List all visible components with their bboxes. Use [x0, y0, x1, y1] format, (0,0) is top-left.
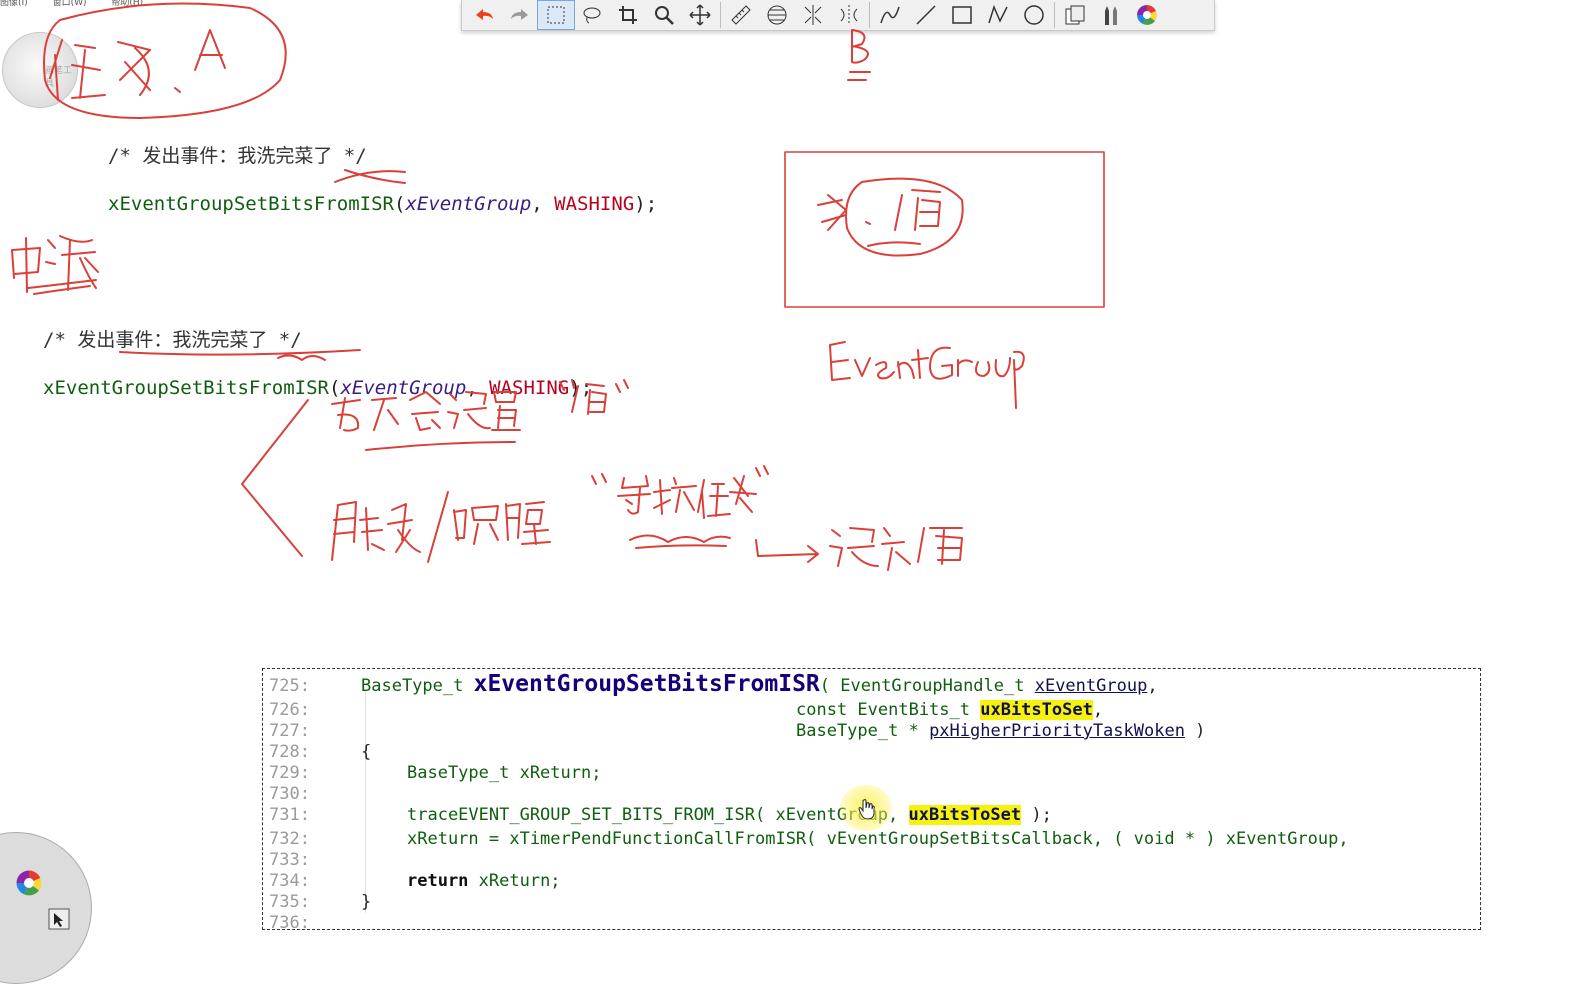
toolbar-separator-3	[1054, 2, 1055, 28]
color-wheel-button[interactable]	[1129, 1, 1165, 29]
lasso-icon	[583, 7, 601, 24]
globe-icon	[767, 5, 787, 25]
mirror-icon	[804, 5, 822, 25]
code-line: 735:}	[269, 892, 372, 912]
menu-window[interactable]: 窗口(W)	[53, 0, 87, 8]
copy-icon	[1065, 5, 1085, 25]
corner-tool-wheel[interactable]	[0, 832, 92, 984]
ruler-button[interactable]	[723, 1, 759, 29]
move-button[interactable]	[682, 1, 718, 29]
isr-call: xEventGroupSetBitsFromISR(xEventGroup, W…	[43, 377, 593, 399]
code-line: 727: BaseType_t * pxHigherPriorityTaskWok…	[269, 721, 1206, 741]
code-line: 725: BaseType_t xEventGroupSetBitsFromISR…	[269, 671, 1158, 697]
circle-icon	[1024, 5, 1044, 25]
color-wheel-icon[interactable]	[14, 868, 44, 898]
crop-icon	[619, 6, 637, 24]
code-line: 733:	[269, 850, 310, 870]
code-line: 729: BaseType_t xReturn;	[269, 763, 602, 783]
redo-icon	[511, 9, 528, 20]
zoom-button[interactable]	[646, 1, 682, 29]
globe-button[interactable]	[759, 1, 795, 29]
isr-comment: /* 发出事件：我洗完菜了 */	[43, 329, 302, 351]
line-icon	[916, 5, 936, 25]
undo-button[interactable]	[466, 1, 502, 29]
task-a-call: xEventGroupSetBitsFromISR(xEventGroup, W…	[108, 193, 658, 215]
flip-button[interactable]	[831, 1, 867, 29]
rectangle-icon	[952, 6, 972, 24]
move-icon	[689, 4, 711, 26]
task-a-code: /* 发出事件：我洗完菜了 */ xEventGroupSetBitsFromI…	[108, 120, 657, 240]
redo-button[interactable]	[502, 1, 538, 29]
toolbar-separator	[720, 2, 721, 28]
ruler-icon	[731, 5, 751, 25]
toolbar-separator-2	[869, 2, 870, 28]
code-line: 732: xReturn = xTimerPendFunctionCallFrom…	[269, 829, 1349, 849]
menubar: 图像(I) 窗口(W) 帮助(H)	[0, 0, 460, 8]
mirror-button[interactable]	[795, 1, 831, 29]
undo-icon	[476, 9, 493, 20]
pen-icon	[880, 6, 900, 24]
code-line: 736:	[269, 913, 310, 930]
flip-icon	[840, 5, 858, 25]
code-line: 728:{	[269, 742, 372, 762]
circle-button[interactable]	[1016, 1, 1052, 29]
isr-code: /* 发出事件：我洗完菜了 */ xEventGroupSetBitsFromI…	[43, 304, 592, 424]
menu-image[interactable]: 图像(I)	[0, 0, 28, 8]
code-line: 726: const EventBits_t uxBitsToSet,	[269, 700, 1104, 720]
cursor-tool-icon[interactable]	[48, 908, 70, 930]
dial-label: 画笔工具	[45, 66, 73, 89]
task-a-comment: /* 发出事件：我洗完菜了 */	[108, 145, 367, 167]
rectangle-select-icon	[547, 6, 565, 24]
lasso-button[interactable]	[574, 1, 610, 29]
pencils-button[interactable]	[1093, 1, 1129, 29]
menu-help[interactable]: 帮助(H)	[111, 0, 143, 8]
zoom-icon	[655, 6, 674, 25]
pencils-icon	[1105, 6, 1117, 25]
tool-dial[interactable]: 画笔工具	[2, 32, 78, 108]
pen-button[interactable]	[872, 1, 908, 29]
rectangle-button[interactable]	[944, 1, 980, 29]
color-wheel-icon	[1137, 5, 1157, 25]
line-button[interactable]	[908, 1, 944, 29]
code-line: 734: return xReturn;	[269, 871, 561, 891]
hand-cursor-icon	[858, 799, 875, 820]
drawing-toolbar	[461, 0, 1215, 31]
polyline-icon	[988, 4, 1008, 24]
rectangle-select-button[interactable]	[537, 0, 575, 30]
crop-button[interactable]	[610, 1, 646, 29]
polyline-button[interactable]	[980, 1, 1016, 29]
copy-button[interactable]	[1057, 1, 1093, 29]
